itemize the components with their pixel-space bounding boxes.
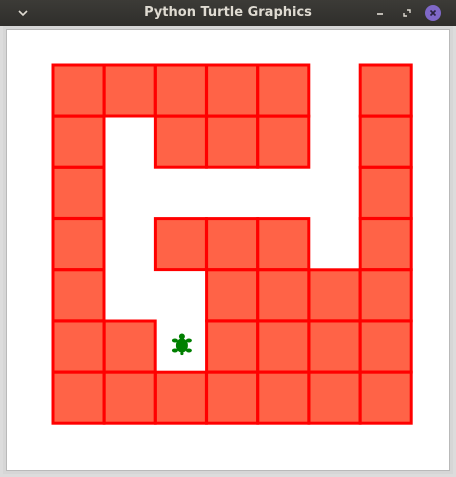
maze-tile <box>358 165 413 220</box>
maze-tile <box>256 217 311 272</box>
maze-tile <box>358 370 413 425</box>
maze-tile <box>153 217 208 272</box>
maze-tile <box>102 63 157 118</box>
maze-tile <box>153 63 208 118</box>
maze-drawing <box>51 63 413 425</box>
close-button[interactable] <box>424 4 442 22</box>
maze-tile <box>51 63 106 118</box>
maze-tile <box>358 63 413 118</box>
title-bar[interactable]: Python Turtle Graphics <box>0 0 456 26</box>
maze-tile <box>256 63 311 118</box>
turtle-canvas[interactable] <box>6 29 450 471</box>
minimize-icon[interactable] <box>371 4 389 22</box>
maze-tile <box>51 268 106 323</box>
maze-tile <box>307 370 362 425</box>
canvas-frame <box>3 26 453 474</box>
turtle-icon <box>171 333 192 356</box>
restore-icon[interactable] <box>398 4 416 22</box>
maze-tile <box>205 63 260 118</box>
maze-tile <box>307 319 362 374</box>
maze-tile <box>51 165 106 220</box>
maze-tile <box>102 370 157 425</box>
maze-tile <box>205 268 260 323</box>
maze-tile <box>256 114 311 169</box>
maze-tile <box>256 268 311 323</box>
maze-tile <box>205 217 260 272</box>
maze-tile <box>358 217 413 272</box>
maze-tile <box>51 319 106 374</box>
turtle-window: Python Turtle Graphics <box>0 0 456 477</box>
maze-tile <box>256 370 311 425</box>
maze-tile <box>51 217 106 272</box>
maze-tile <box>256 319 311 374</box>
maze-tile <box>51 114 106 169</box>
maze-tile <box>51 370 106 425</box>
maze-tile <box>153 370 208 425</box>
maze-tile <box>205 370 260 425</box>
maze-tile <box>205 319 260 374</box>
maze-tile <box>205 114 260 169</box>
maze-tile <box>102 319 157 374</box>
maze-tile <box>358 268 413 323</box>
maze-tile <box>358 319 413 374</box>
maze-tile <box>358 114 413 169</box>
maze-tile <box>307 268 362 323</box>
maze-tile <box>153 114 208 169</box>
close-icon[interactable] <box>425 5 441 21</box>
